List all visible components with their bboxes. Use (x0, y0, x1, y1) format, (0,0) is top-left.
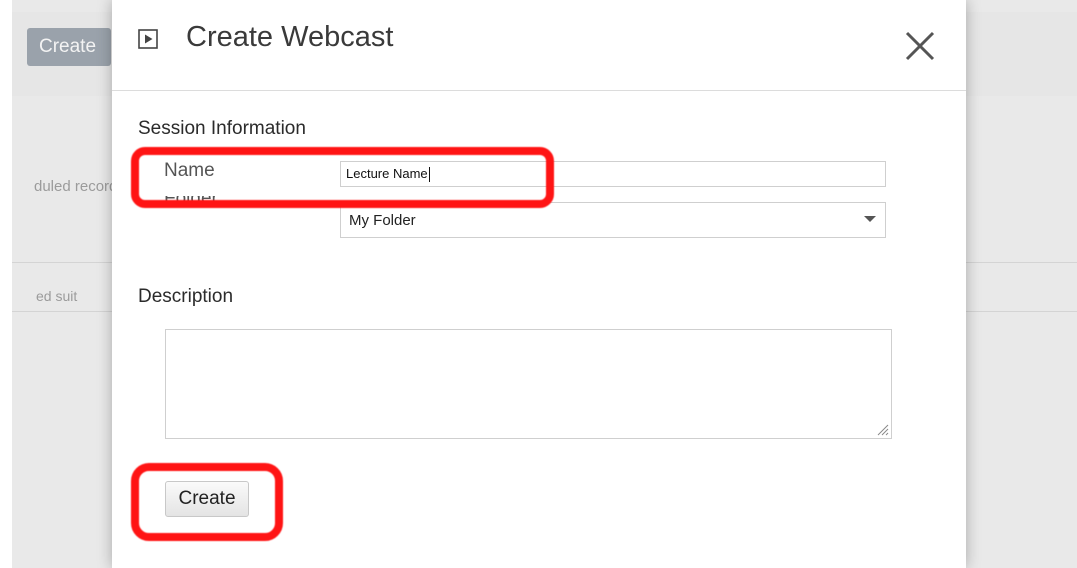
folder-select-value: My Folder (349, 212, 416, 229)
section-heading: Session Information (138, 118, 306, 139)
dialog-header: Create Webcast (112, 0, 966, 91)
chevron-down-icon[interactable] (864, 216, 876, 222)
name-field-highlight (131, 147, 554, 208)
description-label: Description (138, 286, 234, 307)
background-create-button: Create (27, 28, 111, 66)
background-edge (0, 0, 12, 568)
close-icon[interactable] (902, 28, 938, 64)
background-row-text: ed suit (36, 288, 78, 304)
create-button-highlight (131, 463, 283, 541)
description-textarea[interactable] (165, 329, 892, 439)
background-row-text: duled record (34, 178, 118, 195)
webcast-icon (138, 29, 158, 49)
resize-grip-icon[interactable] (875, 422, 889, 436)
dialog-title: Create Webcast (186, 21, 394, 53)
